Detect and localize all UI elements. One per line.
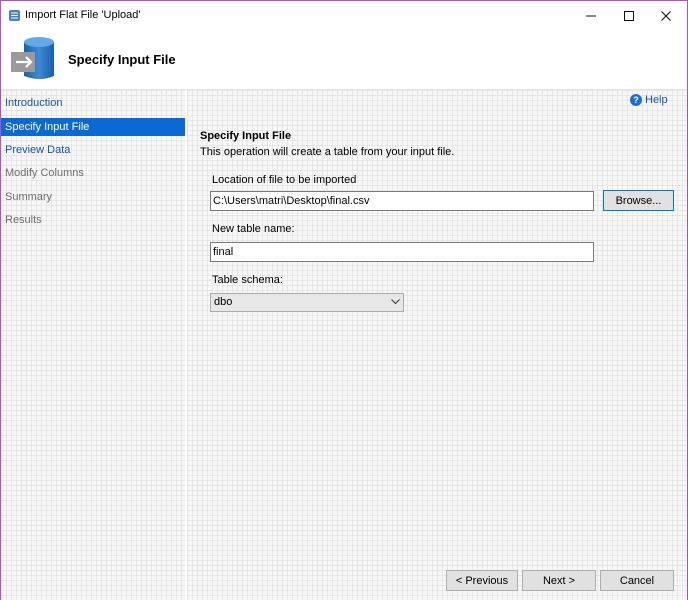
wizard-header: Specify Input File [1, 30, 687, 89]
sidebar-item-preview-data[interactable]: Preview Data [1, 141, 185, 159]
sidebar-item-modify-columns: Modify Columns [5, 167, 84, 179]
minimize-button[interactable] [572, 1, 610, 30]
help-icon: ? [630, 94, 642, 106]
import-flat-file-window: Import Flat File 'Upload' Specify Input … [0, 0, 688, 600]
maximize-icon [624, 10, 634, 21]
minimize-icon [586, 15, 596, 16]
page-title: Specify Input File [68, 52, 176, 67]
database-import-icon [11, 37, 54, 79]
browse-button[interactable]: Browse... [603, 190, 674, 211]
chevron-down-icon [391, 299, 400, 305]
file-location-label: Location of file to be imported [212, 174, 357, 186]
section-description: This operation will create a table from … [200, 146, 455, 158]
main-panel: ? Help Specify Input File This operation… [187, 90, 687, 600]
sidebar-item-introduction[interactable]: Introduction [1, 94, 185, 112]
cancel-button[interactable]: Cancel [600, 570, 674, 591]
sidebar-item-specify-input-file[interactable]: Specify Input File [1, 118, 185, 136]
sidebar-item-results: Results [5, 214, 42, 226]
table-schema-select[interactable]: dbo [210, 293, 404, 312]
maximize-button[interactable] [610, 1, 648, 30]
table-name-label: New table name: [212, 223, 295, 235]
table-name-input[interactable] [210, 242, 594, 262]
close-button[interactable] [647, 1, 685, 30]
title-bar: Import Flat File 'Upload' [1, 1, 687, 30]
table-schema-value: dbo [214, 296, 233, 308]
window-title: Import Flat File 'Upload' [25, 9, 141, 21]
next-button[interactable]: Next > [522, 570, 596, 591]
help-label: Help [645, 94, 668, 106]
app-icon [9, 10, 20, 21]
section-title: Specify Input File [200, 130, 292, 142]
file-location-input[interactable] [210, 191, 594, 211]
sidebar-item-summary: Summary [5, 191, 53, 203]
previous-button[interactable]: < Previous [446, 570, 518, 591]
close-icon [661, 10, 671, 21]
help-link[interactable]: ? Help [630, 94, 668, 106]
wizard-sidebar: Introduction Specify Input File Preview … [1, 90, 185, 600]
table-schema-label: Table schema: [212, 274, 283, 286]
